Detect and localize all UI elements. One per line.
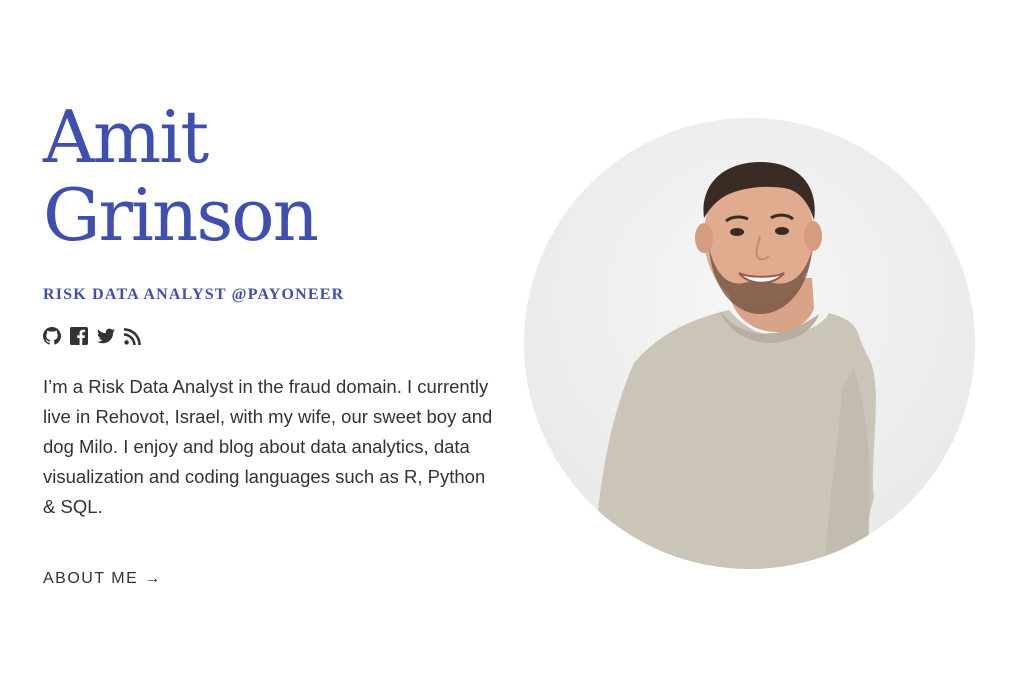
- facebook-icon: [70, 327, 88, 345]
- profile-photo: [524, 118, 975, 569]
- about-me-link[interactable]: ABOUT ME →: [43, 570, 162, 588]
- first-name: Amit: [43, 95, 209, 179]
- github-icon: [43, 327, 61, 345]
- twitter-link[interactable]: [97, 327, 115, 345]
- twitter-icon: [97, 328, 115, 344]
- github-link[interactable]: [43, 327, 61, 345]
- hero-intro: Amit Grinson RISK DATA ANALYST @PAYONEER…: [43, 98, 503, 588]
- page-title: Amit Grinson: [43, 98, 503, 254]
- facebook-link[interactable]: [70, 327, 88, 345]
- last-name: Grinson: [43, 173, 319, 257]
- rss-icon: [124, 328, 141, 345]
- bio-text: I’m a Risk Data Analyst in the fraud dom…: [43, 376, 493, 517]
- social-links: [43, 326, 503, 346]
- portrait-illustration: [524, 118, 975, 569]
- job-subtitle: RISK DATA ANALYST @PAYONEER: [43, 286, 345, 303]
- rss-link[interactable]: [124, 327, 142, 345]
